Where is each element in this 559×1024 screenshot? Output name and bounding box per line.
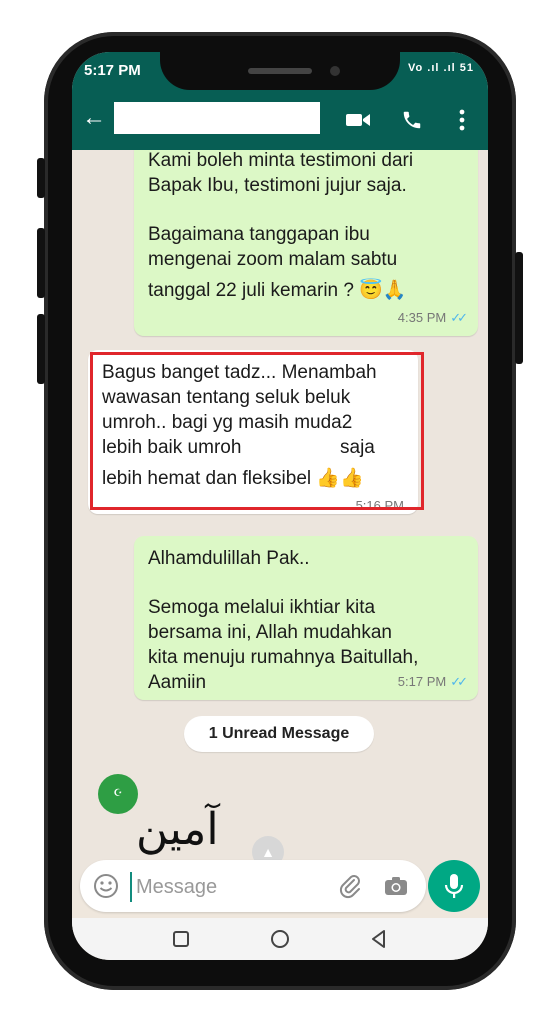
- phone-screen: 5:17 PM Vo .ıl .ıl 51 ← Kami boleh minta…: [72, 52, 488, 960]
- message-line: Kami boleh minta testimoni dari: [148, 150, 414, 171]
- message-time: 5:17 PM: [397, 674, 447, 689]
- message-line: [148, 571, 464, 591]
- status-time: 5:17 PM: [84, 62, 141, 79]
- outgoing-message[interactable]: Alhamdulillah Pak.. Semoga melalui ikhti…: [134, 536, 478, 700]
- double-check-icon: ✓✓: [450, 310, 468, 325]
- system-navigation-bar: [72, 918, 488, 960]
- message-line: Semoga melalui ikhtiar kita: [148, 597, 376, 618]
- back-icon[interactable]: [368, 928, 390, 950]
- message-time: 4:35 PM: [397, 310, 447, 325]
- phone-side-button: [37, 158, 45, 198]
- message-line: Bapak Ibu, testimoni jujur saja.: [148, 175, 407, 196]
- emoji-icon[interactable]: [92, 872, 120, 900]
- message-input[interactable]: [130, 872, 338, 902]
- message-line: bersama ini, Allah mudahkan: [148, 622, 392, 643]
- message-line: Bagaimana tanggapan ibu: [148, 224, 370, 245]
- phone-notch: [160, 52, 400, 90]
- phone-icon[interactable]: [398, 106, 426, 134]
- video-camera-icon[interactable]: [344, 106, 372, 134]
- message-composer: [80, 860, 426, 912]
- paperclip-icon[interactable]: [336, 872, 364, 900]
- message-line: kita menuju rumahnya Baitullah,: [148, 647, 419, 668]
- microphone-button[interactable]: [428, 860, 480, 912]
- home-icon[interactable]: [269, 928, 291, 950]
- phone-volume-down-button: [37, 314, 45, 384]
- arrow-left-icon[interactable]: ←: [82, 106, 106, 130]
- earpiece-speaker: [248, 68, 312, 74]
- message-line: tanggal 22 juli kemarin ? 😇🙏: [148, 280, 407, 301]
- message-meta: 4:35 PM ✓✓: [397, 305, 468, 330]
- phone-power-button: [515, 252, 523, 364]
- message-line: mengenai zoom malam sabtu: [148, 249, 398, 270]
- chat-header: ←: [72, 92, 488, 150]
- double-check-icon: ✓✓: [450, 674, 468, 689]
- unread-messages-divider: 1 Unread Message: [184, 716, 374, 752]
- chat-message-list[interactable]: Kami boleh minta testimoni dari Bapak Ib…: [72, 150, 488, 900]
- contact-name-redacted[interactable]: [114, 102, 320, 134]
- camera-icon[interactable]: [382, 872, 410, 900]
- recent-apps-icon[interactable]: [170, 928, 192, 950]
- more-vertical-icon[interactable]: [448, 106, 476, 134]
- sticker-calligraphy-icon[interactable]: آمين: [136, 790, 226, 870]
- highlight-frame: [90, 352, 424, 510]
- outgoing-message[interactable]: Kami boleh minta testimoni dari Bapak Ib…: [134, 150, 478, 336]
- microphone-icon: [444, 874, 464, 898]
- message-meta: 5:17 PM ✓✓: [397, 669, 468, 694]
- status-indicators: Vo .ıl .ıl 51: [408, 62, 474, 74]
- message-line: [148, 198, 464, 218]
- front-camera: [330, 66, 340, 76]
- sticker-logo-icon: ☪: [98, 774, 138, 814]
- message-line: Alhamdulillah Pak..: [148, 548, 310, 569]
- phone-volume-up-button: [37, 228, 45, 298]
